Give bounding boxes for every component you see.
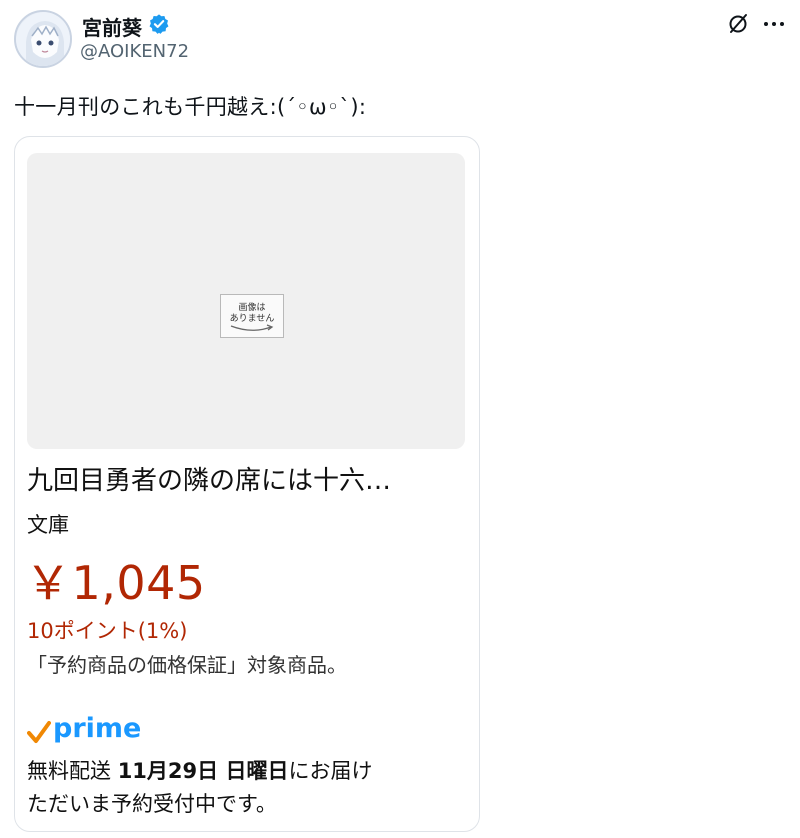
avatar[interactable]	[14, 10, 72, 68]
delivery-prefix: 無料配送	[27, 759, 118, 783]
slash-circle-icon[interactable]	[726, 12, 750, 36]
product-image[interactable]: 画像は ありません	[27, 153, 465, 449]
product-price: ￥1,045	[25, 556, 206, 610]
avatar-illustration	[16, 12, 70, 66]
product-points: 10ポイント(1%)	[27, 619, 188, 643]
product-card[interactable]: 画像は ありません 九回目勇者の隣の席には十六… 文庫 ￥1,045 10ポイン…	[14, 136, 480, 832]
more-icon[interactable]	[762, 20, 786, 28]
prime-label: prime	[53, 713, 142, 744]
delivery-date: 11月29日 日曜日	[117, 759, 289, 783]
delivery-status: ただいま予約受付中です。	[27, 792, 277, 816]
prime-logo: prime	[27, 713, 157, 745]
prime-check-icon	[27, 721, 51, 743]
delivery-info: 無料配送 11月29日 日曜日にお届け ただいま予約受付中です。	[27, 755, 467, 821]
verified-badge-icon	[149, 14, 169, 34]
product-format: 文庫	[27, 513, 69, 537]
price-guarantee-note: 「予約商品の価格保証」対象商品。	[27, 653, 347, 677]
author-handle[interactable]: @AOIKEN72	[80, 41, 189, 62]
tweet-text: 十一月刊のこれも千円越え:(´◦ω◦`):	[14, 95, 367, 119]
no-image-placeholder: 画像は ありません	[220, 294, 284, 338]
product-title[interactable]: 九回目勇者の隣の席には十六…	[27, 460, 391, 497]
author-name[interactable]: 宮前葵	[82, 12, 142, 41]
delivery-suffix: にお届け	[288, 759, 373, 783]
smile-arrow-icon	[230, 324, 274, 331]
no-image-text-line2: ありません	[229, 314, 275, 324]
